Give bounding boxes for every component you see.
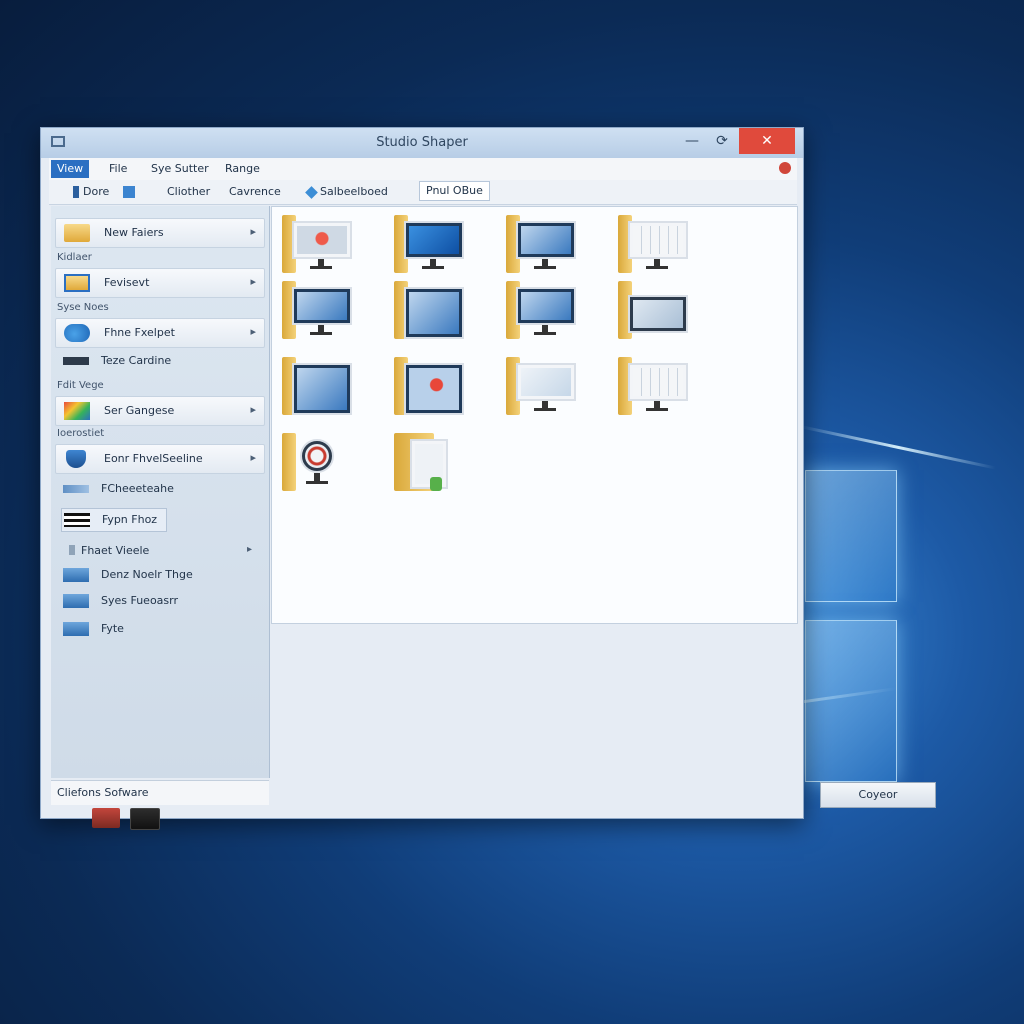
folder-tile[interactable] — [282, 433, 362, 495]
monitor-icon — [628, 363, 688, 401]
sidebar-item-fcheeeteahe[interactable]: FCheeeteahe — [61, 478, 261, 500]
monitor-icon — [63, 622, 89, 636]
menu-range[interactable]: Range — [219, 160, 266, 178]
taskbar-app-icon[interactable] — [92, 808, 120, 828]
toolbar-cavrence[interactable]: Cavrence — [229, 183, 281, 201]
chevron-right-icon: ▸ — [250, 403, 256, 416]
monitor-icon — [404, 287, 464, 339]
folder-tile[interactable] — [394, 357, 474, 419]
folder-tile[interactable] — [618, 281, 698, 343]
bars-icon — [64, 513, 90, 527]
folder-icon — [64, 274, 90, 292]
keyboard-icon — [63, 357, 89, 365]
taskbar-app-icon[interactable] — [130, 808, 160, 830]
webcam-icon — [300, 439, 334, 473]
status-bar: Cliefons Sofware — [51, 780, 269, 805]
sidebar-item-teze-cardine[interactable]: Teze Cardine — [61, 350, 261, 372]
monitor-icon — [63, 568, 89, 582]
folder-tile[interactable] — [282, 215, 362, 277]
folder-tile[interactable] — [394, 433, 474, 495]
sidebar-group-fevisevt[interactable]: Fevisevt ▸ — [55, 268, 265, 298]
sidebar-item-fyte[interactable]: Fyte — [61, 618, 261, 640]
folder-tile[interactable] — [506, 281, 586, 343]
monitor-icon — [628, 295, 688, 333]
help-icon[interactable] — [779, 162, 791, 174]
close-icon: ✕ — [761, 133, 773, 149]
folder-tile[interactable] — [618, 215, 698, 277]
minimize-icon: — — [685, 133, 699, 149]
monitor-icon — [516, 363, 576, 401]
sidebar-category: Fdit Vege — [57, 380, 104, 391]
toolbar-cliother[interactable]: Cliother — [167, 183, 210, 201]
mail-icon — [123, 186, 135, 198]
chevron-right-icon: ▸ — [250, 275, 256, 288]
close-button[interactable]: ✕ — [739, 128, 795, 154]
monitor-icon — [516, 221, 576, 259]
sidebar-category: Kidlaer — [57, 252, 92, 263]
chevron-right-icon: ▸ — [250, 451, 256, 464]
folder-tile[interactable] — [394, 215, 474, 277]
restore-icon: ⟳ — [716, 133, 728, 149]
sidebar-item-denz-noelr-thge[interactable]: Denz Noelr Thge — [61, 564, 261, 586]
menu-sye-sutter[interactable]: Sye Sutter — [145, 160, 215, 178]
document-icon — [410, 439, 448, 489]
sidebar-item-fypn-fhoz[interactable]: Fypn Fhoz — [61, 508, 167, 532]
folder-tile[interactable] — [618, 357, 698, 419]
monitor-icon — [292, 287, 352, 325]
sidebar-category: Syse Noes — [57, 302, 109, 313]
monitor-icon — [292, 363, 352, 415]
toolbar-mail-icon[interactable] — [123, 183, 139, 201]
sidebar-group-ser-gangese[interactable]: Ser Gangese ▸ — [55, 396, 265, 426]
folder-tile[interactable] — [506, 357, 586, 419]
monitor-icon — [404, 221, 464, 259]
folder-tile[interactable] — [506, 215, 586, 277]
minimize-button[interactable]: — — [677, 128, 707, 154]
toolbar-dore[interactable]: Dore — [73, 183, 109, 201]
sidebar-group-fhne-fxelpet[interactable]: Fhne Fxelpet ▸ — [55, 318, 265, 348]
title-bar[interactable]: Studio Shaper — ⟳ ✕ — [41, 128, 803, 158]
menu-file[interactable]: File — [103, 160, 133, 178]
sidebar-item-syes-fueoasrr[interactable]: Syes Fueoasrr — [61, 590, 261, 612]
sidebar-item-fhaet-vieele[interactable]: Fhaet Vieele ▸ — [61, 540, 261, 562]
folder-icon — [64, 224, 90, 242]
gear-icon — [69, 545, 75, 555]
monitor-icon — [63, 594, 89, 608]
folder-tile[interactable] — [394, 281, 474, 343]
restore-button[interactable]: ⟳ — [707, 128, 737, 154]
sidebar-group-new-faiers[interactable]: New Faiers ▸ — [55, 218, 265, 248]
chevron-right-icon: ▸ — [250, 325, 256, 338]
menu-view[interactable]: View — [51, 160, 90, 178]
monitor-icon — [516, 287, 576, 325]
cloud-icon — [64, 324, 90, 342]
sidebar-category: Ioerostiet — [57, 428, 105, 439]
folder-icon — [282, 433, 296, 491]
monitor-icon — [404, 363, 464, 415]
folder-tile[interactable] — [282, 357, 362, 419]
toolbar: Dore Cliother Cavrence Salbeelboed Pnul … — [49, 180, 797, 205]
shield-icon — [66, 450, 86, 468]
chevron-right-icon: ▸ — [247, 544, 253, 555]
menu-bar: View File Sye Sutter Range — [49, 158, 797, 180]
app-window[interactable]: Studio Shaper — ⟳ ✕ View File Sye Sutter… — [40, 127, 804, 819]
status-text: Cliefons Sofware — [57, 786, 149, 799]
install-icon — [430, 477, 442, 491]
palette-icon — [64, 402, 90, 420]
light-ray — [799, 425, 996, 470]
sidebar: New Faiers ▸ Kidlaer Fevisevt ▸ Syse Noe… — [51, 206, 270, 778]
diamond-icon — [305, 185, 318, 199]
monitor-icon — [292, 221, 352, 259]
user-icon — [73, 186, 79, 198]
monitor-icon — [628, 221, 688, 259]
file-grid — [271, 206, 798, 624]
pen-icon — [63, 485, 89, 493]
toolbar-salbeelboed[interactable]: Salbeelboed — [305, 183, 388, 201]
sidebar-group-eonr-fhvelseeline[interactable]: Eonr FhvelSeeline ▸ — [55, 444, 265, 474]
folder-tile[interactable] — [282, 281, 362, 343]
tab-pnul-obue[interactable]: Pnul OBue — [419, 181, 490, 201]
chevron-right-icon: ▸ — [250, 225, 256, 238]
coyeor-button[interactable]: Coyeor — [820, 782, 936, 808]
logo-pane — [805, 470, 897, 602]
